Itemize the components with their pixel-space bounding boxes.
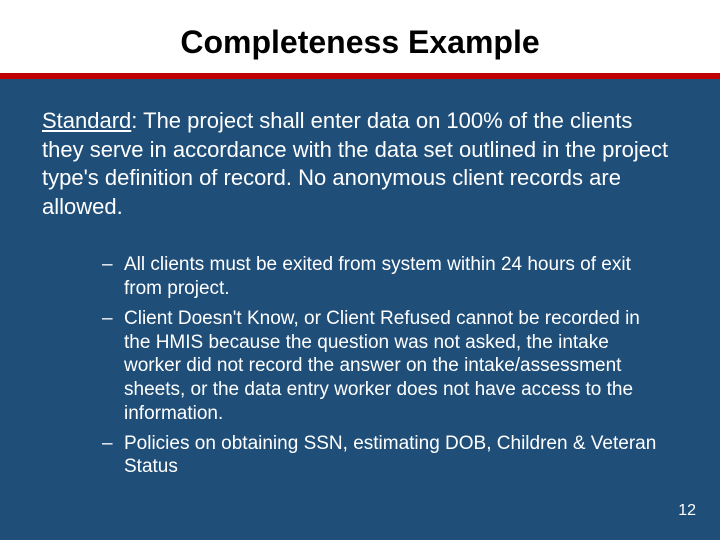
bullet-text: Client Doesn't Know, or Client Refused c… (124, 307, 658, 426)
dash-icon: – (102, 253, 124, 301)
bullet-text: All clients must be exited from system w… (124, 253, 658, 301)
slide-title: Completeness Example (0, 24, 720, 61)
page-number: 12 (678, 502, 696, 520)
title-area: Completeness Example (0, 0, 720, 73)
bullet-text: Policies on obtaining SSN, estimating DO… (124, 432, 658, 480)
list-item: – Client Doesn't Know, or Client Refused… (102, 307, 658, 426)
list-item: – All clients must be exited from system… (102, 253, 658, 301)
standard-text: : The project shall enter data on 100% o… (42, 108, 668, 219)
dash-icon: – (102, 307, 124, 426)
standard-label: Standard (42, 108, 131, 133)
dash-icon: – (102, 432, 124, 480)
list-item: – Policies on obtaining SSN, estimating … (102, 432, 658, 480)
slide: Completeness Example Standard: The proje… (0, 0, 720, 540)
bullet-list: – All clients must be exited from system… (42, 253, 678, 479)
standard-paragraph: Standard: The project shall enter data o… (42, 107, 678, 221)
content-area: Standard: The project shall enter data o… (0, 79, 720, 479)
